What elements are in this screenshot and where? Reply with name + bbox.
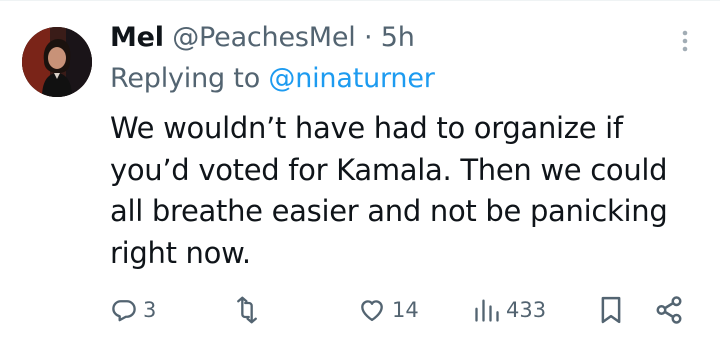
avatar-image — [22, 27, 92, 97]
share-button[interactable] — [654, 290, 684, 330]
like-count: 14 — [392, 298, 419, 322]
tweet-header: Mel @PeachesMel · 5h — [110, 16, 415, 60]
views-button[interactable]: 433 — [473, 290, 546, 330]
repost-button[interactable] — [232, 290, 267, 330]
replying-to-label: Replying to — [110, 63, 261, 94]
like-button[interactable]: 14 — [357, 290, 419, 330]
more-options-button[interactable] — [670, 28, 700, 54]
share-icon — [656, 296, 682, 324]
tweet-text: We wouldn’t have had to organize if you’… — [110, 108, 700, 274]
tweet-text-line: right now. — [110, 235, 251, 270]
more-options-icon — [682, 30, 688, 52]
reply-count: 3 — [143, 298, 157, 322]
bookmark-button[interactable] — [598, 290, 624, 330]
replying-to: Replying to @ninaturner — [110, 58, 435, 100]
replying-to-handle[interactable]: @ninaturner — [268, 63, 434, 94]
tweet-text-line: We wouldn’t have had to organize if — [110, 111, 623, 145]
tweet-timestamp[interactable]: 5h — [381, 22, 415, 53]
heart-icon — [361, 300, 383, 322]
views-count: 433 — [506, 298, 547, 322]
reply-button[interactable]: 3 — [110, 290, 156, 330]
author-display-name[interactable]: Mel — [110, 22, 164, 53]
views-icon — [475, 299, 499, 322]
action-bar: 3 14 433 — [0, 290, 720, 330]
repost-icon — [237, 296, 257, 324]
reply-icon — [112, 300, 136, 322]
avatar[interactable] — [22, 27, 92, 97]
tweet-text-line: all breathe easier and not be panicking — [110, 194, 668, 228]
author-handle[interactable]: @PeachesMel — [172, 22, 356, 53]
top-divider — [0, 0, 720, 1]
tweet-text-line: you’d voted for Kamala. Then we could — [110, 152, 668, 187]
header-separator: · — [363, 22, 373, 53]
bookmark-icon — [601, 296, 621, 324]
